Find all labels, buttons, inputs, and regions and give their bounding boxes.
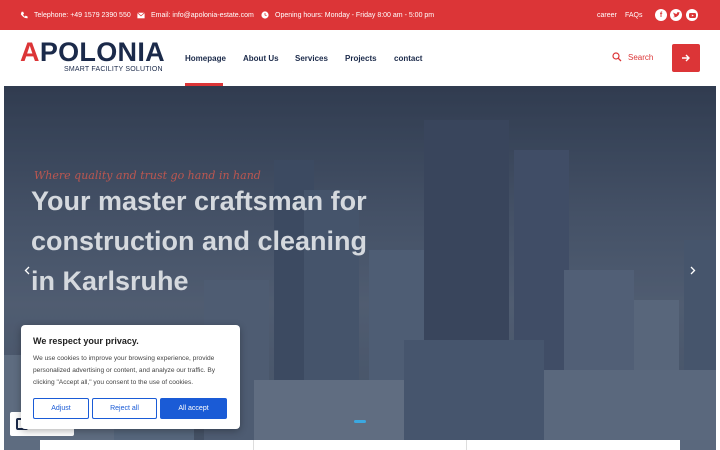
cookie-title: We respect your privacy. xyxy=(33,336,139,346)
logo-tagline: SMART FACILITY SOLUTION xyxy=(64,66,163,73)
phone-text: Telephone: +49 1579 2390 550 xyxy=(34,11,131,19)
cookie-accept-button[interactable]: All accept xyxy=(160,398,227,419)
nav-about-us[interactable]: About Us xyxy=(243,30,279,86)
email-text: Email: info@apolonia-estate.com xyxy=(151,11,254,19)
slider-prev-arrow[interactable] xyxy=(24,264,31,278)
twitter-icon[interactable] xyxy=(670,9,682,21)
arrow-right-icon xyxy=(682,54,690,62)
career-link[interactable]: career xyxy=(597,0,617,30)
phone-icon xyxy=(20,11,28,19)
nav-contact[interactable]: contact xyxy=(394,30,422,86)
card-divider xyxy=(253,440,254,450)
facebook-icon[interactable]: f xyxy=(655,9,667,21)
nav-services[interactable]: Services xyxy=(295,30,328,86)
youtube-icon[interactable] xyxy=(686,9,698,21)
cookie-description: We use cookies to improve your browsing … xyxy=(33,355,216,386)
clock-icon xyxy=(261,11,269,19)
slider-dot-active[interactable] xyxy=(354,420,366,423)
slider-next-arrow[interactable] xyxy=(689,264,696,278)
phone-contact[interactable]: Telephone: +49 1579 2390 550 xyxy=(20,0,131,30)
chevron-right-icon xyxy=(690,266,696,275)
feature-cards-strip xyxy=(40,440,680,450)
hero-headline-line-1: Your master craftsman for xyxy=(31,186,367,216)
site-logo[interactable]: APOLONIA xyxy=(20,39,165,66)
search-label: Search xyxy=(628,52,654,62)
cookie-adjust-button[interactable]: Adjust xyxy=(33,398,89,419)
hero-headline-line-2: construction and cleaning xyxy=(31,226,368,256)
faqs-link[interactable]: FAQs xyxy=(625,0,643,30)
nav-homepage[interactable]: Homepage xyxy=(185,30,226,86)
email-contact[interactable]: Email: info@apolonia-estate.com xyxy=(137,0,254,30)
opening-hours: Opening hours: Monday - Friday 8:00 am -… xyxy=(261,0,434,30)
nav-projects[interactable]: Projects xyxy=(345,30,377,86)
hours-text: Opening hours: Monday - Friday 8:00 am -… xyxy=(275,11,435,19)
header-arrow-button[interactable] xyxy=(672,44,700,72)
envelope-icon xyxy=(137,11,145,18)
cookie-reject-button[interactable]: Reject all xyxy=(92,398,157,419)
hero-headline-line-3: in Karlsruhe xyxy=(31,266,189,296)
top-bar: Telephone: +49 1579 2390 550 Email: info… xyxy=(0,0,720,30)
chevron-left-icon xyxy=(24,266,30,275)
cookie-consent-dialog: We respect your privacy. We use cookies … xyxy=(21,325,240,429)
card-divider xyxy=(466,440,467,450)
search-icon xyxy=(612,52,622,62)
search-button[interactable]: Search xyxy=(612,50,653,64)
